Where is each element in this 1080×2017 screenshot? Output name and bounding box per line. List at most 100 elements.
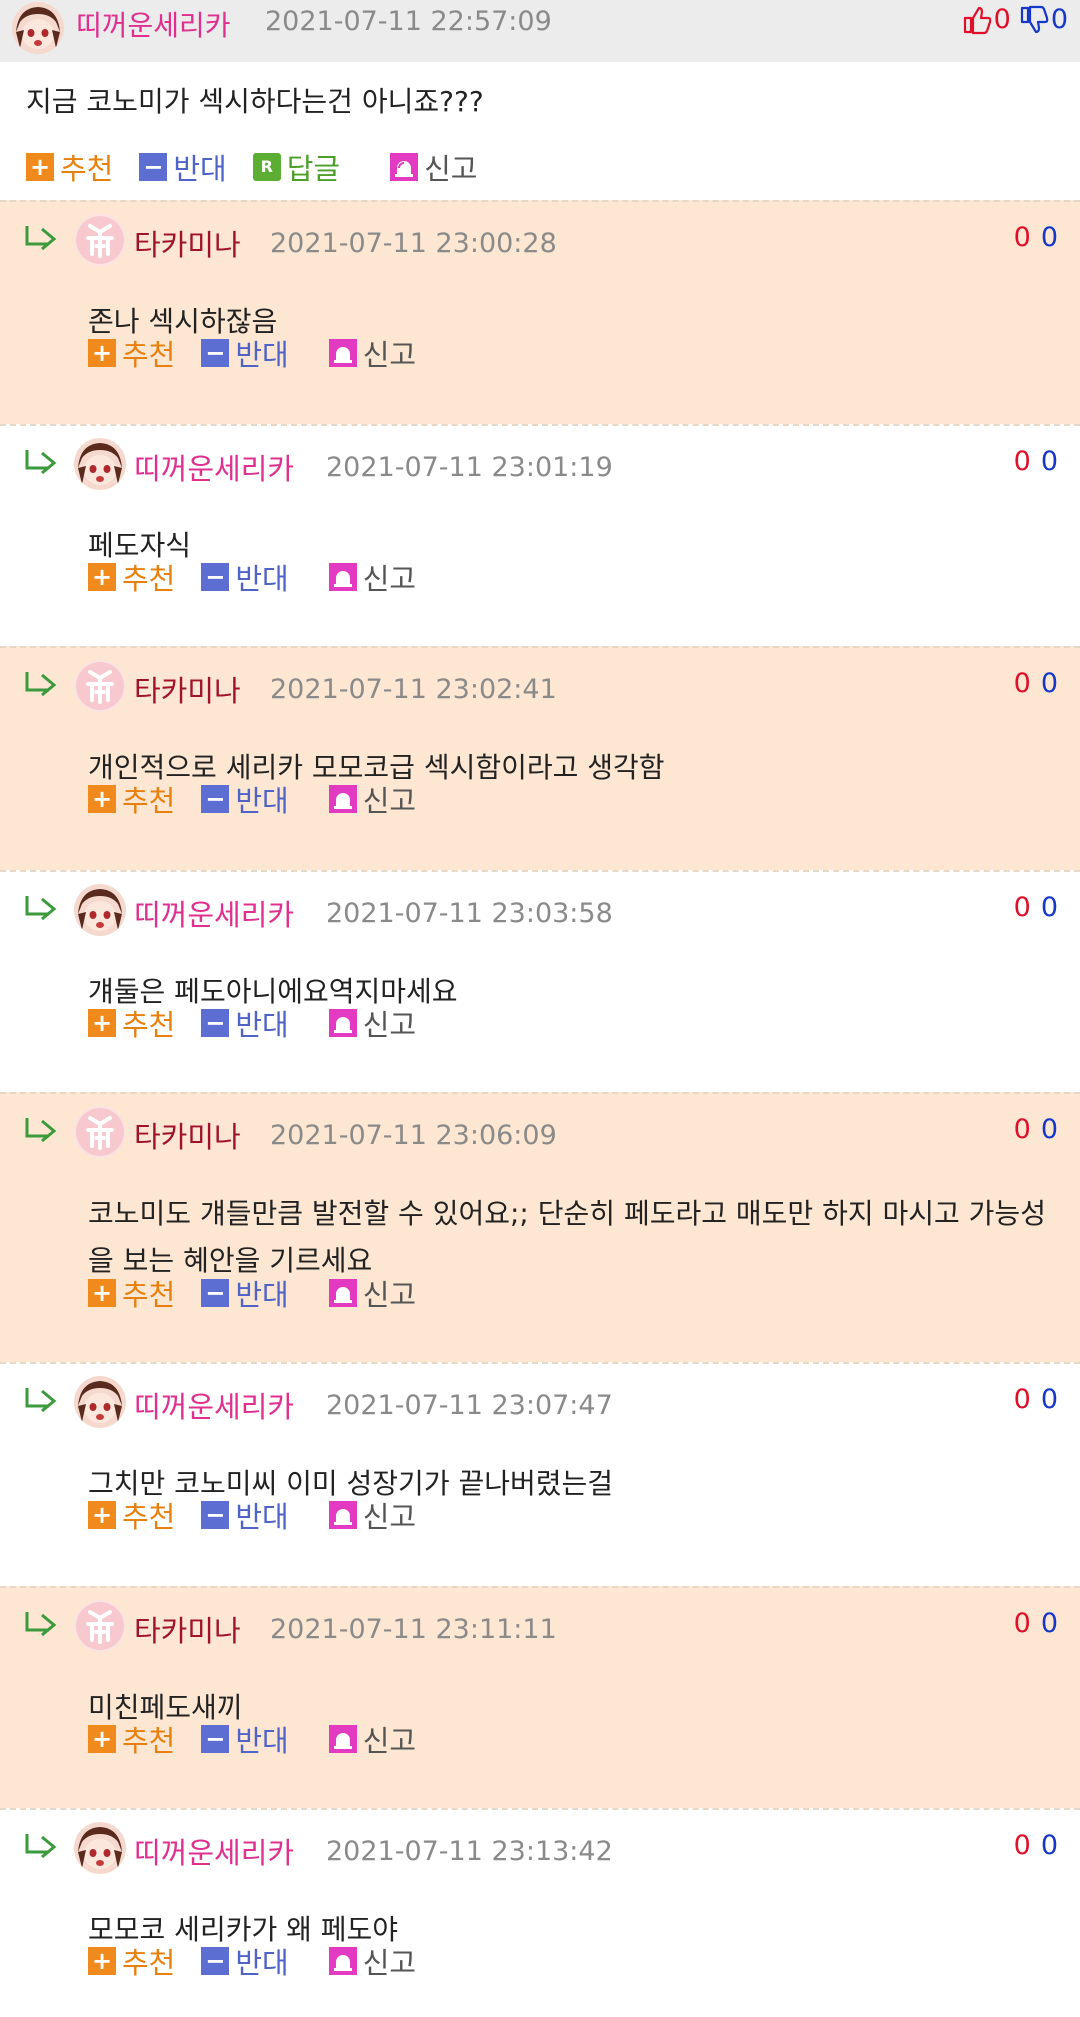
oppose-button[interactable]: − 반대 [201, 778, 289, 820]
reply-arrow-icon [25, 1834, 57, 1859]
down-count[interactable]: 0 [1041, 222, 1058, 253]
oppose-button[interactable]: − 반대 [201, 1272, 289, 1314]
oppose-label: 반대 [173, 152, 227, 186]
comment-author[interactable]: 띠꺼운세리카 [134, 1384, 294, 1426]
comment-date: 2021-07-11 23:07:47 [326, 1390, 613, 1421]
siren-icon [328, 1279, 357, 1307]
comment-author[interactable]: 띠꺼운세리카 [134, 1830, 294, 1872]
recommend-button[interactable]: + 추천 [88, 1272, 175, 1314]
report-button[interactable]: 신고 [328, 556, 416, 598]
siren-icon [328, 339, 357, 367]
plus-icon: + [88, 1501, 116, 1529]
plus-icon: + [88, 339, 116, 367]
up-count[interactable]: 0 [1014, 668, 1031, 699]
oppose-button[interactable]: − 반대 [201, 556, 289, 598]
author-avatar[interactable] [74, 214, 126, 266]
report-button[interactable]: 신고 [328, 1272, 417, 1314]
author-avatar[interactable] [74, 1822, 126, 1874]
comment-item: 타카미나 2021-07-11 23:02:41 0 0 개인적으로 세리카 모모코급 … [0, 646, 1080, 870]
recommend-button[interactable]: + 추천 [88, 556, 175, 598]
author-avatar[interactable] [12, 2, 64, 54]
recommend-button[interactable]: + 추천 [88, 778, 175, 820]
comment-author[interactable]: 타카미나 [134, 668, 241, 710]
recommend-label: 추천 [60, 152, 114, 186]
oppose-button[interactable]: − 반대 [201, 1718, 289, 1760]
recommend-label: 추천 [122, 562, 176, 596]
recommend-label: 추천 [122, 338, 176, 372]
author-avatar[interactable] [74, 438, 126, 490]
report-button[interactable]: 신고 [328, 332, 416, 374]
report-button[interactable]: 신고 [328, 1940, 416, 1982]
comment-author[interactable]: 타카미나 [134, 222, 241, 264]
recommend-button[interactable]: + 추천 [88, 1494, 175, 1536]
reply-arrow-icon [25, 672, 57, 697]
report-label: 신고 [362, 1008, 417, 1042]
thumbs-up-icon[interactable] [962, 5, 992, 35]
report-button[interactable]: 신고 [328, 1494, 417, 1536]
minus-icon: − [139, 153, 168, 181]
down-count[interactable]: 0 [1041, 892, 1058, 923]
comment-author[interactable]: 타카미나 [134, 1608, 241, 1650]
reply-label: 답글 [286, 152, 341, 186]
comment-item: 타카미나 2021-07-11 23:06:09 0 0 코노미도 걔들만큼 발전할 수… [0, 1092, 1080, 1362]
oppose-button[interactable]: − 반대 [201, 332, 289, 374]
comment-actions: + 추천 − 반대 신고 [88, 1940, 442, 1982]
comment-author[interactable]: 타카미나 [134, 1114, 241, 1156]
thumbs-down-icon[interactable] [1019, 5, 1049, 35]
down-count[interactable]: 0 [1041, 446, 1058, 477]
comment-date: 2021-07-11 23:11:11 [270, 1614, 557, 1645]
reply-button[interactable]: R 답글 [252, 146, 341, 188]
report-label: 신고 [362, 1500, 417, 1534]
up-count[interactable]: 0 [1014, 1608, 1031, 1639]
down-count[interactable]: 0 [1041, 668, 1058, 699]
post-author[interactable]: 띠꺼운세리카 [76, 4, 231, 44]
down-count[interactable]: 0 [1041, 1114, 1058, 1145]
minus-icon: − [201, 1501, 230, 1529]
recommend-label: 추천 [122, 1008, 176, 1042]
down-count[interactable]: 0 [1041, 1384, 1058, 1415]
down-count[interactable]: 0 [1041, 1608, 1058, 1639]
report-button[interactable]: 신고 [328, 778, 416, 820]
siren-icon [328, 1009, 357, 1037]
post-votes: 0 0 [962, 4, 1068, 35]
comment-actions: + 추천 − 반대 신고 [88, 556, 442, 598]
up-count[interactable]: 0 [1014, 446, 1031, 477]
recommend-button[interactable]: + 추천 [88, 1002, 175, 1044]
report-button[interactable]: 신고 [328, 1718, 416, 1760]
recommend-button[interactable]: + 추천 [26, 146, 113, 188]
author-avatar[interactable] [74, 884, 126, 936]
recommend-button[interactable]: + 추천 [88, 1718, 175, 1760]
oppose-button[interactable]: − 반대 [201, 1002, 289, 1044]
up-count[interactable]: 0 [1014, 222, 1031, 253]
author-avatar[interactable] [74, 1600, 126, 1652]
recommend-button[interactable]: + 추천 [88, 1940, 175, 1982]
plus-icon: + [88, 563, 116, 591]
comment-actions: + 추천 − 반대 신고 [88, 1494, 442, 1536]
up-count[interactable]: 0 [1014, 1114, 1031, 1145]
recommend-button[interactable]: + 추천 [88, 332, 175, 374]
report-label: 신고 [362, 1278, 417, 1312]
up-count[interactable]: 0 [1014, 1830, 1031, 1861]
author-avatar[interactable] [74, 660, 126, 712]
up-count[interactable]: 0 [1014, 1384, 1031, 1415]
comment-item: 띠꺼운세리카 2021-07-11 23:03:58 0 0 걔둘은 페도아니에요역지마… [0, 870, 1080, 1092]
author-avatar[interactable] [74, 1376, 126, 1428]
oppose-button[interactable]: − 반대 [201, 1494, 289, 1536]
comment-author[interactable]: 띠꺼운세리카 [134, 892, 294, 934]
reply-icon: R [252, 153, 281, 181]
down-count[interactable]: 0 [1041, 1830, 1058, 1861]
minus-icon: − [201, 563, 230, 591]
author-avatar[interactable] [74, 1106, 126, 1158]
report-button[interactable]: 신고 [390, 146, 478, 188]
reply-arrow-icon [25, 450, 57, 475]
oppose-label: 반대 [235, 1500, 289, 1534]
post-date: 2021-07-11 22:57:09 [265, 6, 552, 37]
comment-author[interactable]: 띠꺼운세리카 [134, 446, 294, 488]
report-button[interactable]: 신고 [328, 1002, 417, 1044]
recommend-label: 추천 [122, 1946, 176, 1980]
comment-text: 코노미도 걔들만큼 발전할 수 있어요;; 단순히 페도라고 매도만 하지 마시… [88, 1197, 1046, 1277]
oppose-button[interactable]: − 반대 [201, 1940, 289, 1982]
recommend-label: 추천 [122, 1500, 176, 1534]
up-count[interactable]: 0 [1014, 892, 1031, 923]
oppose-button[interactable]: − 반대 [139, 146, 227, 188]
